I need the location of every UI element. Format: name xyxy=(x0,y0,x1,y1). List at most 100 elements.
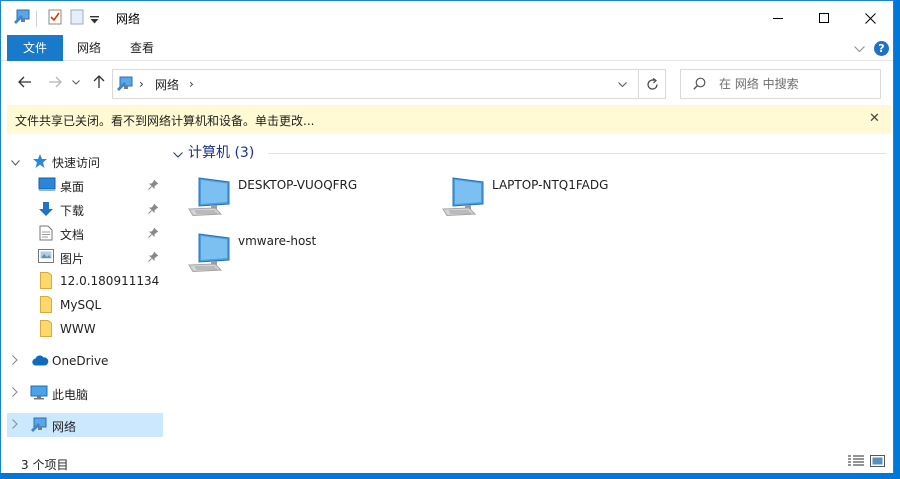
new-folder-icon[interactable] xyxy=(70,9,84,28)
refresh-button[interactable] xyxy=(638,70,666,98)
nav-item-label: 桌面 xyxy=(60,180,85,194)
nav-item-pictures[interactable]: 图片 xyxy=(7,245,163,269)
folder-icon xyxy=(40,296,52,316)
nav-item-documents[interactable]: 文档 xyxy=(7,221,163,245)
network-icon xyxy=(116,76,134,95)
address-dropdown-button[interactable] xyxy=(610,70,634,98)
chevron-down-icon xyxy=(617,81,627,87)
download-arrow-icon xyxy=(38,201,54,220)
computer-item-vmware-host[interactable]: vmware-host xyxy=(187,232,427,284)
pin-icon xyxy=(148,203,159,217)
status-bar: 3 个项目 xyxy=(1,448,893,473)
computer-name: vmware-host xyxy=(238,234,317,248)
nav-item-label: WWW xyxy=(60,322,96,336)
pin-icon xyxy=(148,251,159,265)
nav-item-label: 快速访问 xyxy=(52,156,101,170)
folder-icon xyxy=(40,272,52,292)
computer-icon xyxy=(30,385,48,404)
search-box[interactable] xyxy=(680,69,881,99)
nav-item-network[interactable]: 网络 xyxy=(7,413,163,437)
nav-item-label: 此电脑 xyxy=(52,388,89,402)
cloud-icon xyxy=(31,355,49,369)
maximize-button[interactable] xyxy=(801,1,847,35)
nav-item-quick-access[interactable]: 快速访问 xyxy=(7,149,163,173)
chevron-down-icon[interactable] xyxy=(11,155,20,169)
back-arrow-icon xyxy=(18,76,31,88)
navigation-bar: › 网络 › xyxy=(1,61,893,105)
nav-item-label: 网络 xyxy=(52,420,77,434)
chevron-down-icon[interactable] xyxy=(173,147,183,161)
picture-icon xyxy=(38,249,54,266)
computer-item-desktop[interactable]: DESKTOP-VUOQFRG xyxy=(187,176,427,228)
search-input[interactable] xyxy=(719,75,874,93)
network-icon xyxy=(30,417,48,436)
refresh-icon xyxy=(647,77,658,90)
minimize-button[interactable] xyxy=(755,1,801,35)
breadcrumb-separator[interactable]: › xyxy=(189,77,194,91)
customize-toolbar-icon[interactable] xyxy=(90,13,99,27)
chevron-right-icon[interactable] xyxy=(12,386,18,400)
pin-icon xyxy=(148,179,159,193)
chevron-right-icon[interactable] xyxy=(12,418,18,432)
nav-item-onedrive[interactable]: OneDrive xyxy=(7,349,163,373)
desktop-folder-icon xyxy=(38,177,56,195)
title-bar: 网络 xyxy=(1,1,893,35)
properties-icon[interactable] xyxy=(48,9,62,28)
computer-item-laptop[interactable]: LAPTOP-NTQ1FADG xyxy=(441,176,681,228)
window-title: 网络 xyxy=(116,12,141,26)
star-icon xyxy=(32,153,48,172)
tab-file[interactable]: 文件 xyxy=(7,35,63,61)
up-arrow-icon xyxy=(93,75,105,88)
breadcrumb-separator[interactable]: › xyxy=(139,77,144,91)
nav-item-label: 下载 xyxy=(60,204,85,218)
search-icon xyxy=(693,77,706,93)
chevron-down-icon[interactable] xyxy=(854,42,865,56)
document-icon xyxy=(39,225,53,244)
info-bar-close-button[interactable]: ✕ xyxy=(869,111,880,126)
info-bar-message[interactable]: 文件共享已关闭。看不到网络计算机和设备。单击更改... xyxy=(15,112,314,129)
nav-item-folder-12[interactable]: 12.0.180911134 xyxy=(7,269,163,293)
forward-arrow-icon xyxy=(49,76,62,88)
tab-view[interactable]: 查看 xyxy=(121,35,163,61)
group-header-computers[interactable]: 计算机 (3) xyxy=(188,142,254,162)
network-computer-icon xyxy=(187,176,233,219)
close-icon xyxy=(864,12,876,24)
forward-button[interactable] xyxy=(46,73,64,91)
up-button[interactable] xyxy=(90,73,108,91)
explorer-window: 网络 文件 网络 查看 ? › 网络 › 在 网络 中搜索 文件共享已关闭。看不… xyxy=(0,0,894,473)
nav-item-downloads[interactable]: 下载 xyxy=(7,197,163,221)
nav-item-label: MySQL xyxy=(60,298,102,312)
address-bar[interactable]: › 网络 › xyxy=(112,69,666,99)
nav-item-label: 12.0.180911134 xyxy=(60,274,160,288)
computer-name: LAPTOP-NTQ1FADG xyxy=(492,178,609,192)
network-computer-icon xyxy=(187,232,233,275)
computer-name: DESKTOP-VUOQFRG xyxy=(238,178,358,192)
chevron-right-icon[interactable] xyxy=(12,354,18,368)
nav-item-label: OneDrive xyxy=(52,354,109,368)
nav-item-mysql[interactable]: MySQL xyxy=(7,293,163,317)
network-icon[interactable] xyxy=(13,9,31,28)
help-button[interactable]: ? xyxy=(874,41,889,56)
breadcrumb-network[interactable]: 网络 xyxy=(155,76,179,93)
nav-item-www[interactable]: WWW xyxy=(7,317,163,341)
back-button[interactable] xyxy=(16,73,34,91)
title-separator xyxy=(36,11,37,27)
nav-item-label: 图片 xyxy=(60,252,85,266)
recent-locations-button[interactable] xyxy=(70,73,82,91)
nav-item-desktop[interactable]: 桌面 xyxy=(7,173,163,197)
nav-item-this-pc[interactable]: 此电脑 xyxy=(7,381,163,405)
network-computer-icon xyxy=(441,176,487,219)
ribbon-tabs: 文件 网络 查看 ? xyxy=(1,35,893,61)
tab-network[interactable]: 网络 xyxy=(67,35,111,61)
navigation-pane: 快速访问 桌面 下载 文档 图片 12.0.180911134 MySQL WW… xyxy=(1,134,164,448)
group-divider xyxy=(268,153,886,154)
content-pane: 计算机 (3) DESKTOP-VUOQFRG LAPTOP-NTQ1FADG … xyxy=(164,134,892,448)
details-view-icon[interactable] xyxy=(848,455,864,470)
info-bar[interactable]: 文件共享已关闭。看不到网络计算机和设备。单击更改... ✕ xyxy=(7,105,891,134)
minimize-icon xyxy=(773,18,783,19)
folder-icon xyxy=(40,320,52,340)
close-button[interactable] xyxy=(847,1,893,35)
large-icons-view-icon[interactable] xyxy=(870,455,885,470)
nav-item-label: 文档 xyxy=(60,228,85,242)
pin-icon xyxy=(148,227,159,241)
